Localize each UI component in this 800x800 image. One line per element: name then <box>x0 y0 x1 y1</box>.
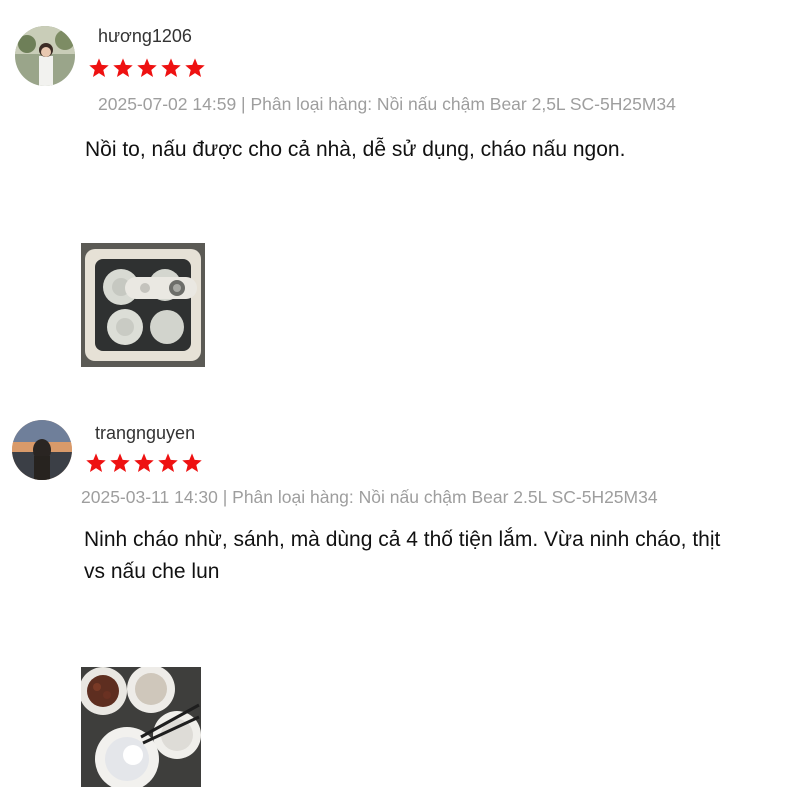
star-icon <box>161 58 181 77</box>
avatar-image <box>12 420 72 480</box>
review-photo[interactable] <box>81 243 205 367</box>
review-item: hương1206 2025-07-02 14:59 | Phân loại h… <box>0 0 800 380</box>
review-comment: Ninh cháo nhừ, sánh, mà dùng cả 4 thố ti… <box>84 528 721 583</box>
username[interactable]: trangnguyen <box>95 423 195 444</box>
slow-cooker-photo <box>81 243 205 367</box>
star-icon <box>182 453 202 472</box>
user-avatar[interactable] <box>15 26 75 86</box>
user-avatar[interactable] <box>12 420 72 480</box>
star-icon <box>86 453 106 472</box>
avatar-image <box>15 26 75 86</box>
review-meta: 2025-07-02 14:59 | Phân loại hàng: Nồi n… <box>98 94 676 114</box>
star-icon <box>113 58 133 77</box>
review-comment: Nồi to, nấu được cho cả nhà, dễ sử dụng,… <box>85 138 626 161</box>
star-icon <box>137 58 157 77</box>
review-meta: 2025-03-11 14:30 | Phân loại hàng: Nồi n… <box>81 487 658 507</box>
star-icon <box>134 453 154 472</box>
star-icon <box>185 58 205 77</box>
star-rating <box>88 57 206 79</box>
star-icon <box>110 453 130 472</box>
review-item: trangnguyen 2025-03-11 14:30 | Phân loại… <box>0 380 800 800</box>
food-pots-photo <box>81 667 201 787</box>
review-photo[interactable] <box>81 667 201 787</box>
star-rating <box>85 452 203 474</box>
star-icon <box>89 58 109 77</box>
star-icon <box>158 453 178 472</box>
username[interactable]: hương1206 <box>98 26 192 47</box>
